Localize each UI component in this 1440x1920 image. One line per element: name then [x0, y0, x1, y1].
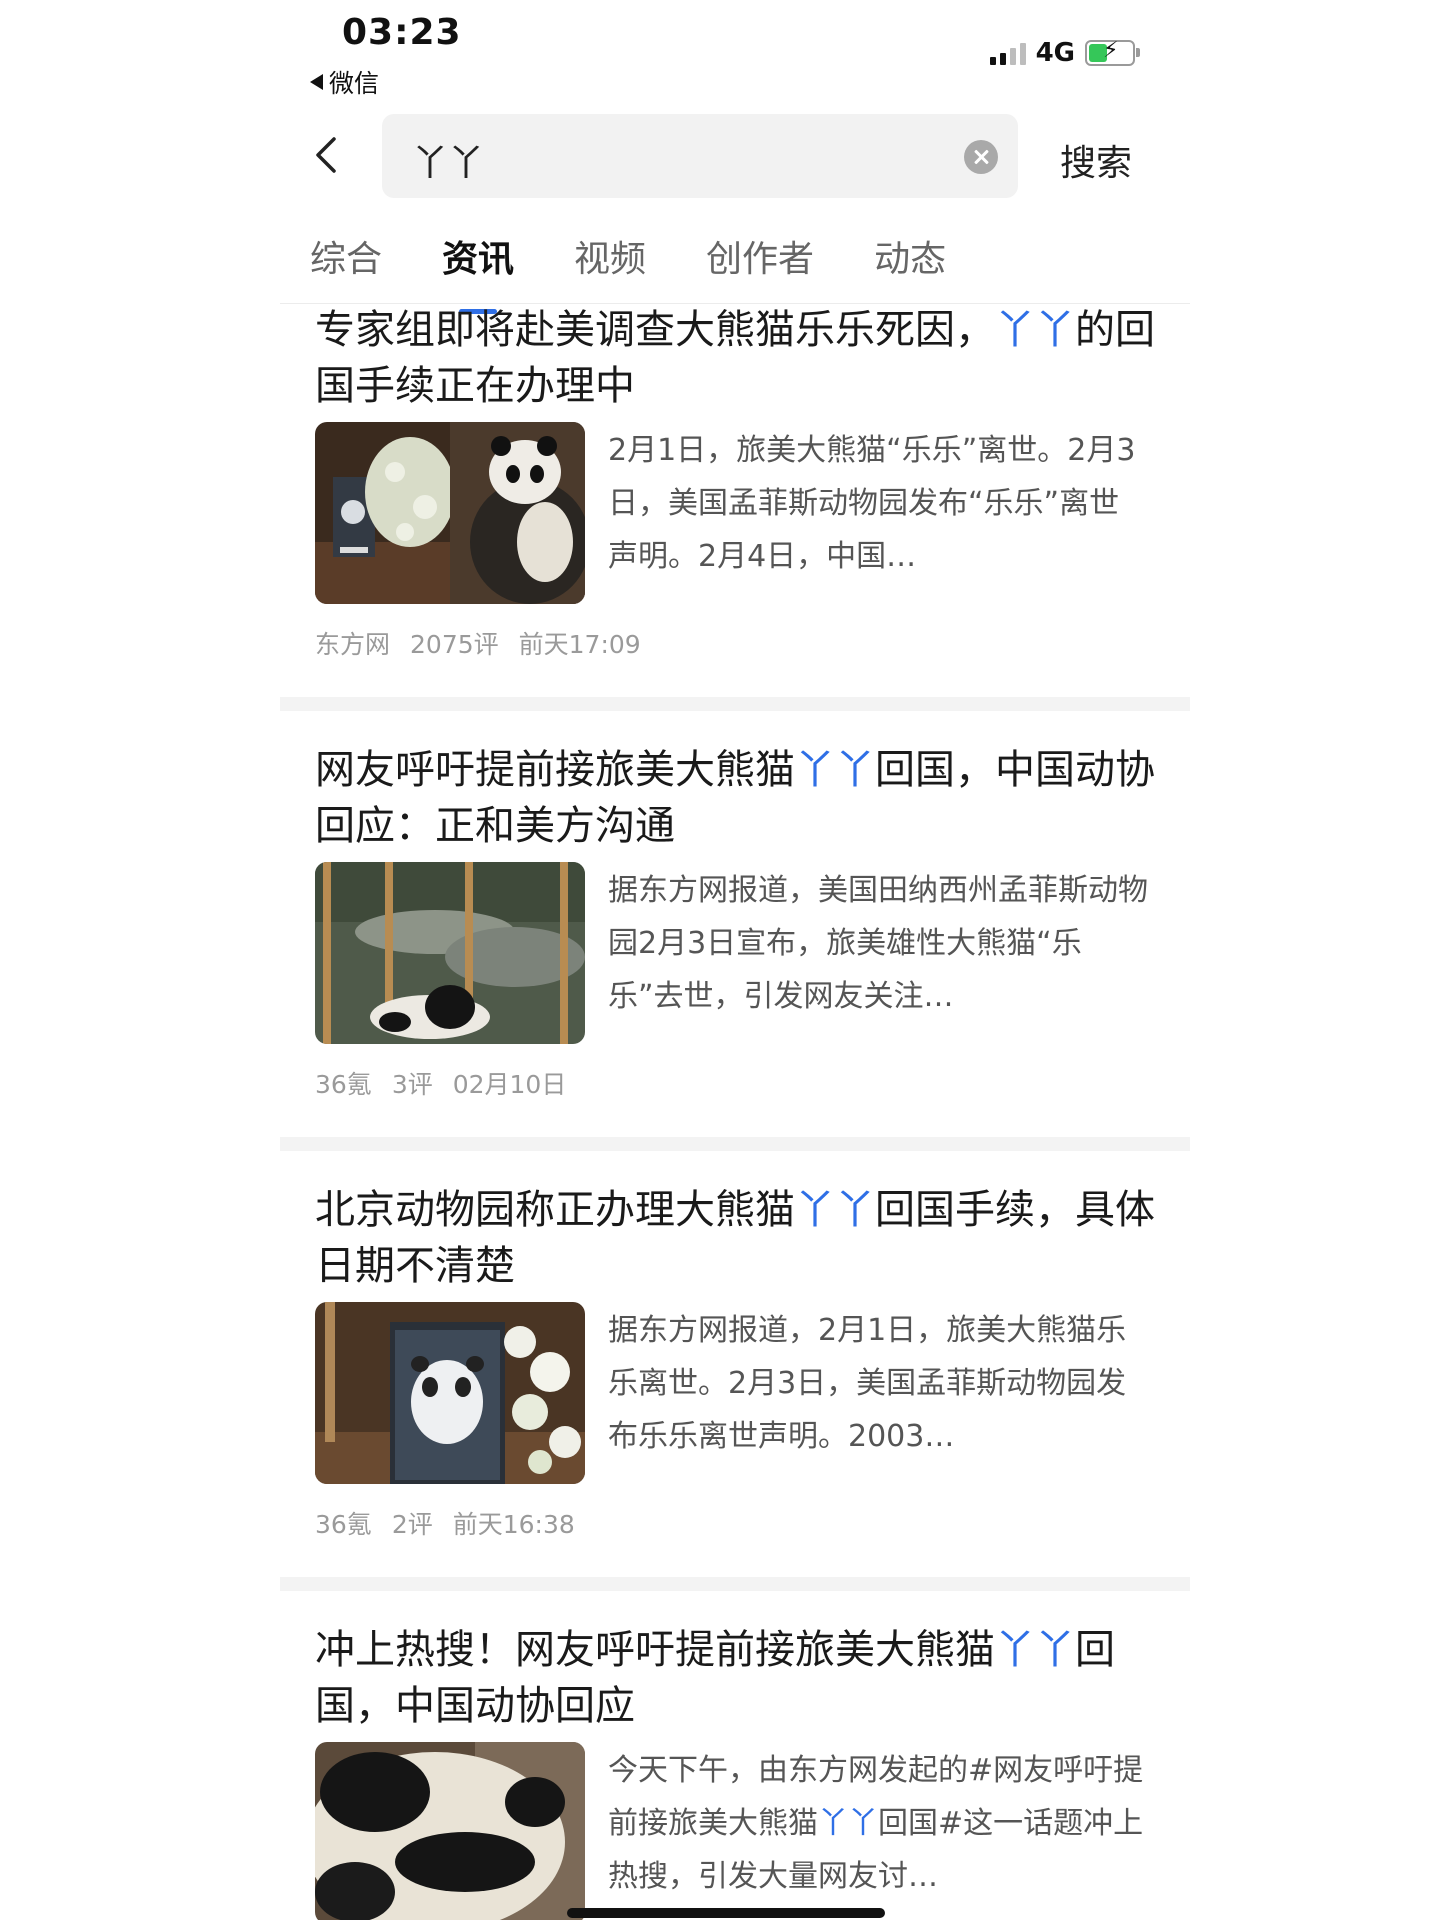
news-summary: 2月1日，旅美大熊猫“乐乐”离世。2月3日，美国孟菲斯动物园发布“乐乐”离世声明… [608, 424, 1148, 583]
section-divider [280, 1137, 1190, 1151]
status-indicators: 4G ⚡ [989, 38, 1140, 68]
tab-comprehensive[interactable]: 综合 [310, 230, 382, 282]
news-item-3[interactable]: 北京动物园称正办理大熊猫丫丫回国手续，具体日期不清楚 据东方网报道，2月1日，旅… [280, 1182, 1190, 1562]
tab-news[interactable]: 资讯 [442, 230, 514, 282]
section-divider [280, 1577, 1190, 1591]
news-meta: 东方网 2075评 前天17:09 [315, 625, 641, 661]
news-title: 冲上热搜！网友呼吁提前接旅美大熊猫丫丫回国，中国动协回应 [315, 1622, 1155, 1734]
tab-video[interactable]: 视频 [574, 230, 646, 282]
search-query-text: 丫丫 [412, 143, 485, 184]
news-item-1[interactable]: 专家组即将赴美调查大熊猫乐乐死因，丫丫的回国手续正在办理中 2月1日，旅美大熊猫… [280, 302, 1190, 682]
news-summary: 据东方网报道，2月1日，旅美大熊猫乐乐离世。2月3日，美国孟菲斯动物园发布乐乐离… [608, 1304, 1148, 1463]
home-indicator [567, 1908, 885, 1918]
status-time: 03:23 [342, 12, 462, 53]
chevron-left-icon [316, 137, 336, 173]
back-triangle-icon [310, 74, 323, 90]
text-segment: 专家组即将赴美调查大熊猫乐乐死因， [315, 307, 995, 353]
news-source: 36氪 [315, 1510, 372, 1539]
news-title: 专家组即将赴美调查大熊猫乐乐死因，丫丫的回国手续正在办理中 [315, 302, 1155, 414]
news-item-4[interactable]: 冲上热搜！网友呼吁提前接旅美大熊猫丫丫回国，中国动协回应 今天下午，由东方网发起… [280, 1622, 1190, 1920]
news-source: 36氪 [315, 1070, 372, 1099]
news-meta: 36氪 2评 前天16:38 [315, 1505, 575, 1541]
news-thumbnail [315, 1302, 585, 1484]
text-segment: 北京动物园称正办理大熊猫 [315, 1187, 795, 1233]
news-summary: 据东方网报道，美国田纳西州孟菲斯动物园2月3日宣布，旅美雄性大熊猫“乐乐”去世，… [608, 864, 1148, 1023]
category-tabs: 综合 资讯 视频 创作者 动态 [310, 230, 1006, 282]
back-to-app-link[interactable]: 微信 [310, 64, 379, 100]
highlighted-keyword: 丫丫 [795, 747, 875, 793]
news-summary: 今天下午，由东方网发起的#网友呼吁提前接旅美大熊猫丫丫回国#这一话题冲上热搜，引… [608, 1744, 1148, 1903]
news-thumbnail [315, 862, 585, 1044]
news-thumbnail [315, 1742, 585, 1920]
network-type: 4G [1035, 38, 1075, 68]
news-comment-count: 3评 [391, 1070, 433, 1099]
clear-search-icon[interactable] [964, 140, 998, 174]
news-comment-count: 2075评 [410, 630, 499, 659]
news-title: 北京动物园称正办理大熊猫丫丫回国手续，具体日期不清楚 [315, 1182, 1155, 1294]
text-segment: 网友呼吁提前接旅美大熊猫 [315, 747, 795, 793]
news-thumbnail [315, 422, 585, 604]
text-segment: 2月1日，旅美大熊猫“乐乐”离世。2月3日，美国孟菲斯动物园发布“乐乐”离世声明… [608, 433, 1136, 574]
tab-moments[interactable]: 动态 [874, 230, 946, 282]
highlighted-keyword: 丫丫 [818, 1806, 878, 1841]
battery-icon: ⚡ [1085, 39, 1140, 66]
news-item-2[interactable]: 网友呼吁提前接旅美大熊猫丫丫回国，中国动协回应：正和美方沟通 据东方网报道，美国… [280, 742, 1190, 1122]
news-meta: 36氪 3评 02月10日 [315, 1065, 566, 1101]
text-segment: 冲上热搜！网友呼吁提前接旅美大熊猫 [315, 1627, 995, 1673]
signal-icon [989, 41, 1026, 65]
back-app-label: 微信 [329, 69, 380, 98]
text-segment: 据东方网报道，美国田纳西州孟菲斯动物园2月3日宣布，旅美雄性大熊猫“乐乐”去世，… [608, 873, 1148, 1014]
phone-screen: 03:23 微信 4G ⚡ 丫丫 搜索 综合 资讯 视频 创作者 动态 专家组即… [280, 0, 1190, 1920]
section-divider [280, 697, 1190, 711]
news-time: 前天16:38 [452, 1510, 575, 1539]
highlighted-keyword: 丫丫 [995, 307, 1075, 353]
highlighted-keyword: 丫丫 [795, 1187, 875, 1233]
news-time: 前天17:09 [518, 630, 641, 659]
news-comment-count: 2评 [391, 1510, 433, 1539]
highlighted-keyword: 丫丫 [995, 1627, 1075, 1673]
text-segment: 据东方网报道，2月1日，旅美大熊猫乐乐离世。2月3日，美国孟菲斯动物园发布乐乐离… [608, 1313, 1127, 1454]
news-source: 东方网 [315, 630, 391, 659]
back-button[interactable] [310, 135, 340, 175]
search-input[interactable]: 丫丫 [382, 114, 1018, 198]
news-title: 网友呼吁提前接旅美大熊猫丫丫回国，中国动协回应：正和美方沟通 [315, 742, 1155, 854]
tab-creators[interactable]: 创作者 [706, 230, 814, 282]
news-time: 02月10日 [452, 1070, 567, 1099]
search-button[interactable]: 搜索 [1060, 134, 1132, 186]
